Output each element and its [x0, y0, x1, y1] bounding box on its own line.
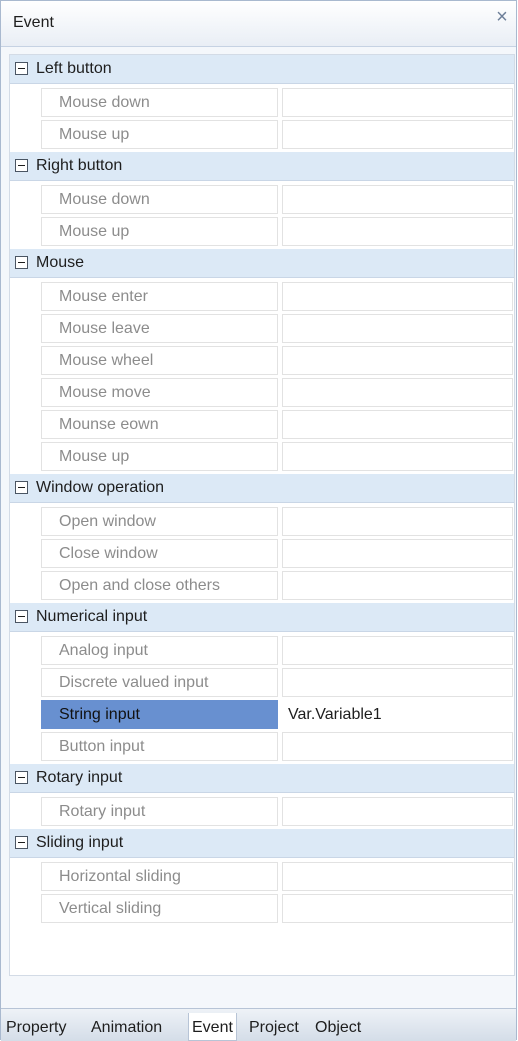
property-value[interactable] [282, 894, 513, 923]
property-row[interactable]: Mouse up [10, 118, 514, 150]
property-row[interactable]: Mouse down [10, 86, 514, 118]
property-value[interactable] [282, 668, 513, 697]
property-row[interactable]: Open and close others [10, 569, 514, 601]
property-name[interactable]: Mouse enter [41, 282, 278, 311]
property-row[interactable]: Mouse leave [10, 312, 514, 344]
tab-property[interactable]: Property [6, 1013, 66, 1041]
property-value[interactable] [282, 88, 513, 117]
property-row[interactable]: Mouse up [10, 215, 514, 247]
group-label: Numerical input [36, 608, 148, 625]
property-row[interactable]: Open window [10, 505, 514, 537]
property-value[interactable] [282, 314, 513, 343]
property-name[interactable]: Mouse up [41, 442, 278, 471]
property-value[interactable] [282, 862, 513, 891]
property-name[interactable]: Mouse move [41, 378, 278, 407]
property-row[interactable]: Close window [10, 537, 514, 569]
property-name[interactable]: Open and close others [41, 571, 278, 600]
event-property-grid: Left button Mouse down Mouse up Right bu… [9, 54, 515, 976]
property-name[interactable]: Mounse eown [41, 410, 278, 439]
property-name[interactable]: Rotary input [41, 797, 278, 826]
group-header-rotary-input[interactable]: Rotary input [10, 764, 514, 793]
property-value[interactable] [282, 120, 513, 149]
property-value[interactable] [282, 410, 513, 439]
property-value[interactable] [282, 282, 513, 311]
group-label: Mouse [36, 254, 85, 271]
group-header-right-button[interactable]: Right button [10, 152, 514, 181]
panel-title: Event [13, 14, 54, 31]
property-row-selected[interactable]: String input Var.Variable1 [10, 698, 514, 730]
tab-event[interactable]: Event [188, 1013, 237, 1041]
property-value[interactable] [282, 185, 513, 214]
collapse-icon[interactable] [15, 62, 28, 75]
group-label: Sliding input [36, 834, 124, 851]
property-name[interactable]: Button input [41, 732, 278, 761]
property-name[interactable]: Analog input [41, 636, 278, 665]
property-name[interactable]: Open window [41, 507, 278, 536]
property-row[interactable]: Rotary input [10, 795, 514, 827]
property-value[interactable] [282, 636, 513, 665]
property-row[interactable]: Mouse enter [10, 280, 514, 312]
property-row[interactable]: Mouse down [10, 183, 514, 215]
property-name[interactable]: Mouse up [41, 120, 278, 149]
property-value[interactable] [282, 539, 513, 568]
property-name[interactable]: Close window [41, 539, 278, 568]
property-name[interactable]: String input [41, 700, 278, 729]
group-header-window-operation[interactable]: Window operation [10, 474, 514, 503]
property-name[interactable]: Vertical sliding [41, 894, 278, 923]
property-row[interactable]: Mouse wheel [10, 344, 514, 376]
property-name[interactable]: Mouse wheel [41, 346, 278, 375]
group-label: Rotary input [36, 769, 123, 786]
group-label: Left button [36, 60, 112, 77]
property-value[interactable] [282, 442, 513, 471]
panel-titlebar: Event × [1, 1, 516, 47]
property-value[interactable] [282, 732, 513, 761]
group-label: Right button [36, 157, 123, 174]
group-header-numerical-input[interactable]: Numerical input [10, 603, 514, 632]
property-value[interactable]: Var.Variable1 [282, 700, 513, 729]
property-row[interactable]: Mouse move [10, 376, 514, 408]
property-value[interactable] [282, 797, 513, 826]
property-row[interactable]: Analog input [10, 634, 514, 666]
group-header-mouse[interactable]: Mouse [10, 249, 514, 278]
collapse-icon[interactable] [15, 836, 28, 849]
property-name[interactable]: Mouse leave [41, 314, 278, 343]
property-name[interactable]: Mouse down [41, 88, 278, 117]
property-name[interactable]: Discrete valued input [41, 668, 278, 697]
property-name[interactable]: Mouse down [41, 185, 278, 214]
property-value[interactable] [282, 346, 513, 375]
collapse-icon[interactable] [15, 481, 28, 494]
collapse-icon[interactable] [15, 610, 28, 623]
tab-animation[interactable]: Animation [91, 1013, 162, 1041]
collapse-icon[interactable] [15, 256, 28, 269]
property-value[interactable] [282, 571, 513, 600]
group-header-sliding-input[interactable]: Sliding input [10, 829, 514, 858]
property-name[interactable]: Horizontal sliding [41, 862, 278, 891]
property-row[interactable]: Vertical sliding [10, 892, 514, 924]
property-row[interactable]: Button input [10, 730, 514, 762]
property-value[interactable] [282, 217, 513, 246]
property-row[interactable]: Mouse up [10, 440, 514, 472]
event-panel: Event × Left button Mouse down Mouse up … [0, 0, 517, 1041]
property-row[interactable]: Discrete valued input [10, 666, 514, 698]
group-label: Window operation [36, 479, 165, 496]
property-row[interactable]: Mounse eown [10, 408, 514, 440]
collapse-icon[interactable] [15, 771, 28, 784]
property-value[interactable] [282, 378, 513, 407]
bottom-tab-bar: Property Animation Event Project Object [1, 1008, 516, 1041]
tab-project[interactable]: Project [249, 1013, 299, 1041]
collapse-icon[interactable] [15, 159, 28, 172]
property-value[interactable] [282, 507, 513, 536]
property-name[interactable]: Mouse up [41, 217, 278, 246]
property-row[interactable]: Horizontal sliding [10, 860, 514, 892]
group-header-left-button[interactable]: Left button [10, 55, 514, 84]
close-icon[interactable]: × [493, 7, 511, 27]
tab-object[interactable]: Object [315, 1013, 361, 1041]
